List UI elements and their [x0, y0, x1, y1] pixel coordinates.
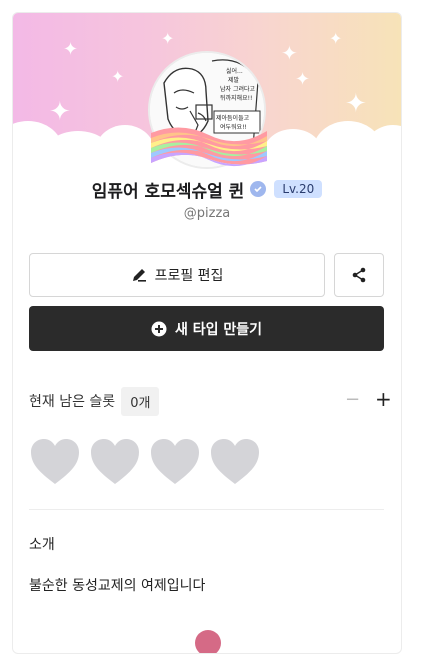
create-type-label: 새 타입 만들기	[174, 321, 263, 338]
profile-name-row: 임퓨어 호모섹슈얼 퀸 Lv.20	[13, 177, 401, 202]
sparkle-icon: ✦	[111, 67, 125, 86]
intro-text: 불순한 동성교제의 여제입니다	[29, 578, 206, 594]
avatar-text: 싫어...	[226, 67, 243, 75]
rainbow-flag-icon	[151, 127, 267, 167]
share-button[interactable]	[334, 253, 384, 297]
sparkle-icon: ✦	[161, 29, 175, 48]
avatar-text: 남자 그려다고	[220, 85, 256, 93]
profile-card: ✦ ✦ ✦ ✦ ✦ ✦ ✦ ✦ 싫어... 제발 남자 그려다고 뒤까지해요!!…	[12, 12, 402, 654]
sparkle-icon: ✦	[345, 89, 367, 119]
share-icon	[352, 267, 366, 283]
heart-icon[interactable]	[29, 438, 81, 486]
level-badge: Lv.20	[274, 180, 323, 198]
sparkle-icon: ✦	[329, 29, 343, 48]
sparkle-icon: ✦	[295, 69, 311, 90]
increase-slots-button[interactable]: +	[375, 387, 392, 411]
section-divider	[29, 509, 384, 510]
profile-handle: @pizza	[183, 206, 231, 221]
avatar-text: 제발	[228, 76, 240, 84]
sparkle-icon: ✦	[63, 39, 79, 60]
heart-icon[interactable]	[209, 438, 261, 486]
next-item-peek	[195, 630, 221, 653]
plus-circle-icon	[151, 321, 167, 336]
heart-icon[interactable]	[89, 438, 141, 486]
edit-profile-button[interactable]: 프로필 편집	[29, 253, 325, 297]
avatar-text: 제아듬이들고	[216, 114, 250, 122]
slots-label: 현재 남은 슬롯	[29, 394, 116, 410]
heart-slots	[29, 438, 261, 486]
verified-badge-icon	[250, 181, 267, 197]
slots-count-badge: 0개	[121, 386, 160, 416]
pencil-icon	[132, 269, 146, 282]
slots-row: 현재 남은 슬롯 0개 − +	[29, 386, 392, 416]
avatar-text: 뒤까지해요!!	[220, 94, 252, 102]
heart-icon[interactable]	[149, 438, 201, 486]
sparkle-icon: ✦	[49, 97, 71, 127]
profile-name: 임퓨어 호모섹슈얼 퀸	[91, 181, 245, 202]
decrease-slots-button[interactable]: −	[345, 389, 360, 410]
sparkle-icon: ✦	[281, 41, 298, 65]
create-type-button[interactable]: 새 타입 만들기	[29, 306, 384, 351]
edit-profile-label: 프로필 편집	[154, 268, 224, 284]
intro-title: 소개	[29, 537, 55, 553]
